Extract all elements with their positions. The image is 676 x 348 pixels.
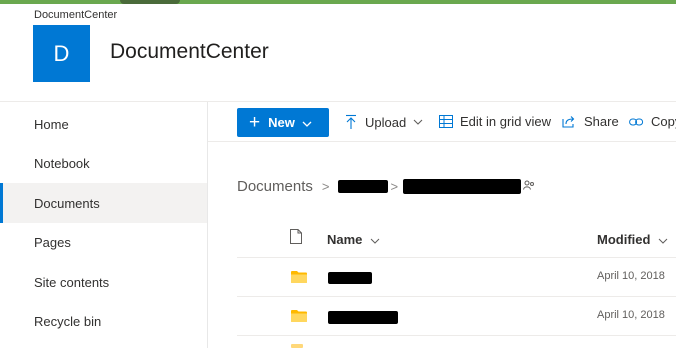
left-navigation: Home Notebook Documents Pages Site conte… (0, 102, 208, 348)
share-button[interactable]: Share (562, 114, 619, 129)
file-type-icon[interactable] (290, 229, 302, 249)
copy-link-button[interactable]: Copy (629, 114, 676, 129)
breadcrumb-documents[interactable]: Documents (237, 178, 313, 195)
site-header: DocumentCenter D DocumentCenter (0, 4, 676, 102)
folder-icon (291, 309, 307, 327)
modified-date: April 10, 2018 (597, 309, 665, 321)
folder-icon (291, 344, 303, 348)
chevron-down-icon (413, 119, 423, 125)
chevron-right-icon: > (390, 179, 399, 194)
copy-link-label: Copy (651, 114, 676, 129)
nav-item-notebook[interactable]: Notebook (0, 143, 207, 183)
chevron-down-icon (370, 238, 380, 244)
edit-grid-view-button[interactable]: Edit in grid view (439, 114, 551, 129)
chevron-down-icon (302, 115, 312, 130)
nav-item-pages[interactable]: Pages (0, 222, 207, 262)
folder-icon (291, 270, 307, 288)
column-header-modified[interactable]: Modified (597, 232, 668, 247)
nav-item-documents[interactable]: Documents (0, 183, 207, 223)
column-header-name[interactable]: Name (327, 232, 380, 247)
upload-button[interactable]: Upload (344, 114, 430, 130)
column-name-label: Name (327, 232, 363, 247)
redacted-item-name[interactable] (328, 311, 398, 324)
nav-item-home[interactable]: Home (0, 104, 207, 144)
grid-view-icon (439, 115, 453, 128)
list-item[interactable]: April 10, 2018 (237, 258, 676, 297)
site-title[interactable]: DocumentCenter (110, 40, 269, 64)
list-header-row: Name Modified (237, 218, 676, 258)
new-button[interactable]: + New (237, 108, 329, 137)
library-breadcrumb: Documents > > (237, 178, 535, 195)
edit-grid-view-label: Edit in grid view (460, 114, 552, 129)
modified-date: April 10, 2018 (597, 270, 665, 282)
share-icon (562, 116, 575, 128)
chevron-down-icon (658, 238, 668, 244)
hub-breadcrumb-link[interactable]: DocumentCenter (34, 9, 117, 21)
share-label: Share (584, 114, 619, 129)
column-modified-label: Modified (597, 232, 651, 247)
redacted-folder-name[interactable] (338, 180, 389, 193)
command-bar: + New Upload Edit in grid view Share Cop (208, 102, 676, 142)
list-item[interactable]: April 10, 2018 (237, 297, 676, 336)
plus-icon: + (249, 112, 261, 133)
upload-arrow-icon (346, 114, 356, 129)
nav-item-recycle-bin[interactable]: Recycle bin (0, 301, 207, 341)
nav-item-site-contents[interactable]: Site contents (0, 262, 207, 302)
site-logo[interactable]: D (33, 25, 90, 82)
redacted-item-name[interactable] (328, 272, 372, 284)
copy-link-icon (629, 118, 644, 125)
redacted-current-folder (403, 179, 522, 194)
upload-label: Upload (365, 114, 407, 130)
shared-people-icon (523, 180, 535, 193)
chevron-right-icon: > (321, 179, 330, 194)
new-button-label: New (268, 115, 295, 130)
